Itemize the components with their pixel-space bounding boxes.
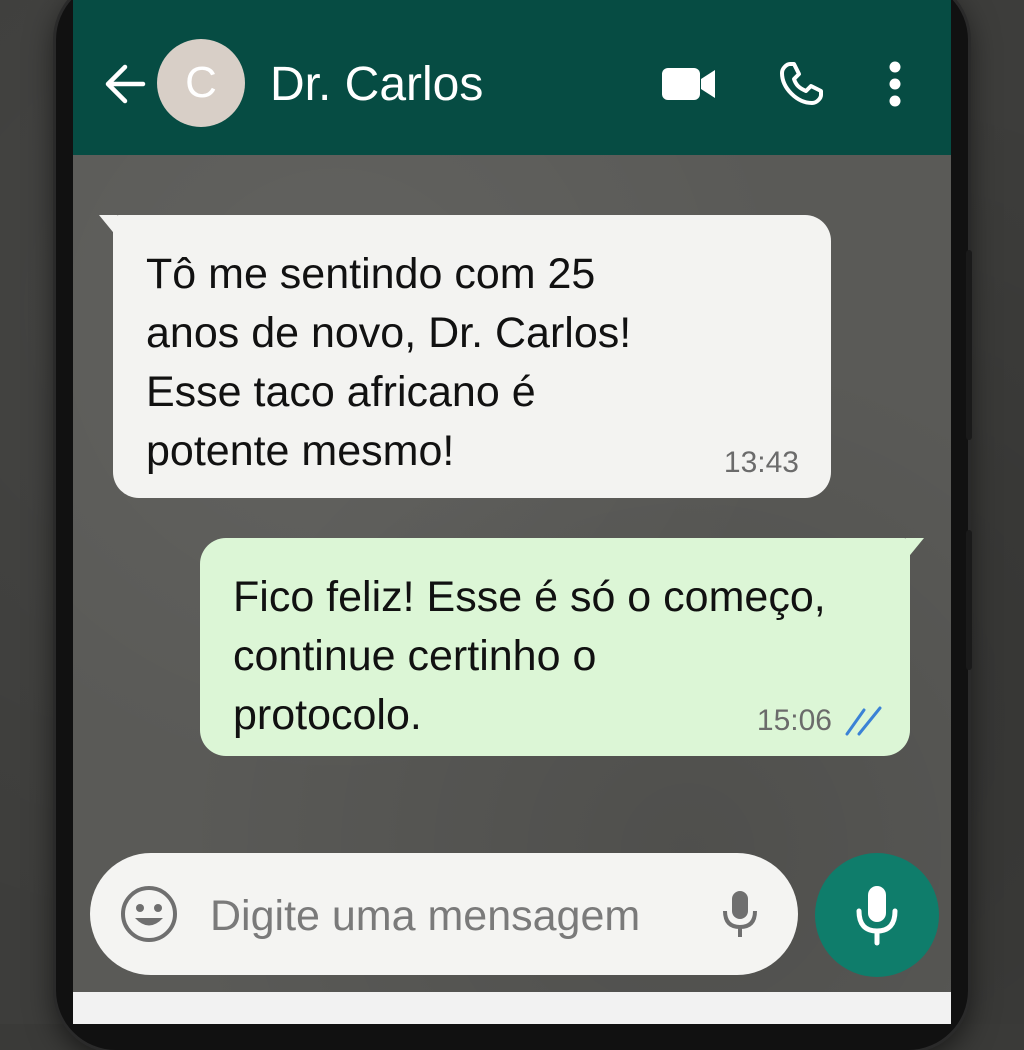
message-time: 13:43 [723,446,799,479]
phone-side-button [966,250,972,440]
contact-name[interactable]: Dr. Carlos [270,56,483,114]
video-camera-icon [662,68,715,100]
input-placeholder: Digite uma mensagem [210,892,641,940]
contact-avatar[interactable]: C [157,39,245,127]
back-button[interactable] [99,58,151,110]
more-vertical-icon [889,61,901,107]
bubble-tail [99,215,117,237]
arrow-left-icon [105,64,146,104]
bubble-tail [906,538,924,560]
message-input[interactable]: Digite uma mensagem [90,853,798,975]
message-text: Tô me sentindo com 25 anos de novo, Dr. … [146,250,632,475]
emoji-icon[interactable] [120,885,178,943]
double-check-read-icon [845,706,882,736]
phone-side-button [966,530,972,670]
voice-call-button[interactable] [773,58,829,110]
voice-record-button[interactable] [815,853,939,977]
avatar-letter: C [185,58,217,107]
microphone-icon [856,886,898,946]
outgoing-message-bubble[interactable]: Fico feliz! Esse é só o começo, continue… [200,538,924,756]
microphone-icon[interactable] [720,889,760,939]
message-time: 15:06 [756,704,832,737]
incoming-message-bubble[interactable]: Tô me sentindo com 25 anos de novo, Dr. … [99,215,831,498]
chat-header: C Dr. Carlos [73,0,951,155]
system-navigation-bar [73,992,951,1024]
chat-screen: C Dr. Carlos Tô me sentindo com 25 anos … [73,0,951,1024]
menu-button[interactable] [873,58,917,110]
video-call-button[interactable] [659,58,719,110]
phone-icon [780,62,823,105]
